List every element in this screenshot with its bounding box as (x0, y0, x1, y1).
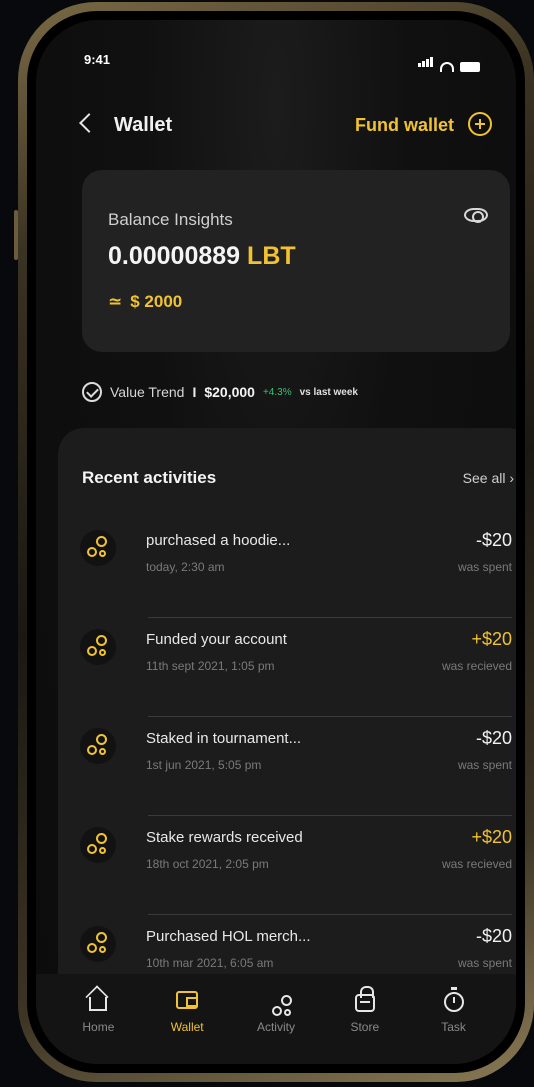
value-trend: Value Trend I $20,000 +4.3% vs last week (82, 382, 358, 402)
status-bar: 9:41 (36, 48, 516, 72)
balance-label: Balance Insights (108, 210, 233, 229)
activity-date: 1st jun 2021, 5:05 pm (146, 758, 262, 772)
nav-label: Home (82, 1020, 115, 1034)
status-icons (418, 54, 480, 72)
trend-suffix: vs last week (299, 386, 358, 398)
phone-bezel: 9:41 Wallet Fund wallet Balance Insights (27, 11, 525, 1073)
nav-label: Wallet (170, 1020, 204, 1034)
nav-store[interactable]: Store (326, 974, 404, 1064)
nav-activity[interactable]: Activity (237, 974, 315, 1064)
activity-item[interactable]: Stake rewards received 18th oct 2021, 2:… (80, 815, 512, 914)
store-icon (354, 986, 375, 1012)
nav-wallet[interactable]: Wallet (148, 974, 226, 1064)
home-icon (89, 997, 108, 1011)
nav-label: Activity (256, 1020, 295, 1034)
bottom-nav: Home Wallet Activity Store Task (36, 974, 516, 1064)
trend-check-icon (82, 382, 102, 402)
nav-label: Store (350, 1020, 380, 1034)
nav-label: Task (441, 1020, 466, 1034)
coins-icon (80, 926, 116, 962)
activity-amount: +$20 (471, 827, 512, 847)
page-title: Wallet (114, 114, 173, 136)
phone-frame: 9:41 Wallet Fund wallet Balance Insights (18, 2, 534, 1082)
activity-name: Funded your account (146, 631, 287, 648)
activity-name: Stake rewards received (146, 829, 303, 846)
trend-separator: I (192, 384, 197, 400)
coins-icon (80, 629, 116, 665)
wallet-icon (176, 991, 199, 1009)
activity-date: today, 2:30 am (146, 560, 225, 574)
activity-name: Purchased HOL merch... (146, 928, 311, 945)
activity-name: purchased a hoodie... (146, 532, 291, 549)
side-button (14, 210, 18, 260)
activity-list: purchased a hoodie... today, 2:30 am -$2… (80, 518, 512, 1013)
balance-unit: LBT (247, 242, 296, 270)
coins-icon (80, 827, 116, 863)
activities-title: Recent activities (82, 468, 217, 487)
activity-date: 11th sept 2021, 1:05 pm (146, 659, 275, 673)
eye-icon[interactable] (464, 208, 488, 223)
activity-item[interactable]: Staked in tournament... 1st jun 2021, 5:… (80, 716, 512, 815)
plus-circle-icon[interactable] (468, 112, 492, 136)
balance-amount: 0.00000889 LBT (108, 242, 296, 271)
activity-name: Staked in tournament... (146, 730, 302, 747)
activity-amount: -$20 (475, 926, 512, 946)
phone-screen: 9:41 Wallet Fund wallet Balance Insights (36, 20, 516, 1064)
wifi-icon (440, 62, 454, 72)
activity-note: was spent (457, 758, 512, 772)
back-icon[interactable] (79, 113, 99, 133)
activity-date: 18th oct 2021, 2:05 pm (146, 857, 269, 871)
trend-value: $20,000 (204, 384, 255, 400)
activity-amount: -$20 (475, 728, 512, 748)
activity-note: was spent (457, 560, 512, 574)
balance-value: 0.00000889 (108, 242, 241, 270)
activity-item[interactable]: purchased a hoodie... today, 2:30 am -$2… (80, 518, 512, 617)
activity-date: 10th mar 2021, 6:05 am (146, 956, 274, 970)
timer-icon (443, 987, 464, 1012)
trend-label: Value Trend (110, 384, 185, 400)
coins-icon (80, 728, 116, 764)
battery-icon (460, 62, 480, 72)
activity-note: was spent (457, 956, 512, 970)
header: Wallet Fund wallet (36, 112, 516, 142)
fund-wallet-button[interactable]: Fund wallet (355, 115, 454, 136)
activity-amount: -$20 (475, 530, 512, 550)
signal-icon (418, 54, 434, 72)
coins-icon (80, 530, 116, 566)
status-time: 9:41 (84, 52, 111, 67)
activity-note: was recieved (441, 857, 512, 871)
activity-icon (265, 989, 292, 1016)
recent-activities-panel: Recent activities See all › purchased a … (58, 428, 516, 1064)
approx-icon: ≃ (108, 292, 123, 311)
nav-task[interactable]: Task (415, 974, 493, 1064)
usd-equivalent: ≃ $ 2000 (108, 292, 182, 312)
activity-amount: +$20 (471, 629, 512, 649)
trend-change: +4.3% (262, 386, 292, 398)
activity-item[interactable]: Funded your account 11th sept 2021, 1:05… (80, 617, 512, 716)
nav-home[interactable]: Home (59, 974, 137, 1064)
see-all-link[interactable]: See all › (463, 470, 514, 486)
balance-card: Balance Insights 0.00000889 LBT ≃ $ 2000 (82, 170, 510, 352)
activity-note: was recieved (441, 659, 512, 673)
usd-value: $ 2000 (130, 292, 183, 311)
